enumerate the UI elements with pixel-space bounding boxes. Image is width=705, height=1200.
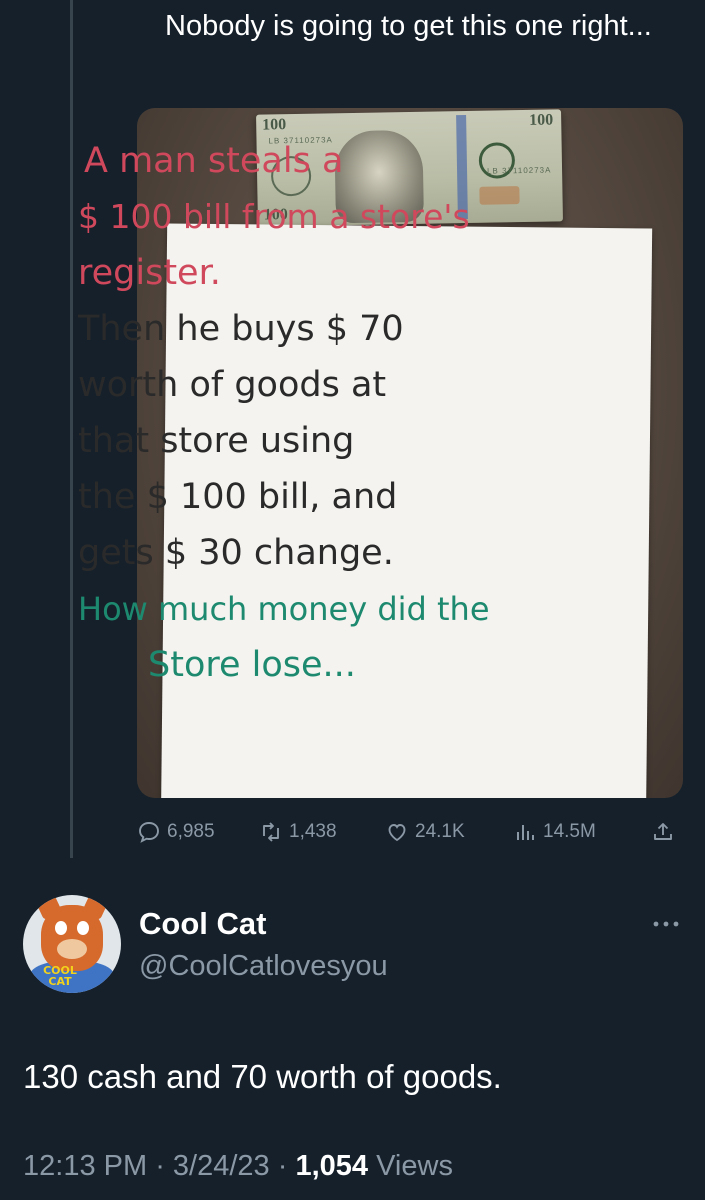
sign-line: worth of goods at	[78, 365, 387, 405]
sign-line: the $ 100 bill, and	[78, 477, 398, 517]
retweet-button[interactable]: 1,438	[259, 816, 337, 848]
views-total: 1,054	[295, 1150, 369, 1182]
views-button[interactable]: 14.5M	[513, 816, 596, 848]
avatar-logo-text: COOL CAT	[43, 964, 77, 988]
avatar-eye	[55, 921, 67, 935]
like-count: 24.1K	[415, 821, 465, 842]
like-button[interactable]: 24.1K	[385, 816, 465, 848]
separator-dot: ·	[277, 1150, 296, 1182]
reply-count: 6,985	[167, 821, 215, 842]
sign-line: register.	[78, 253, 221, 293]
views-label: Views	[376, 1150, 453, 1182]
reply-icon	[139, 822, 159, 843]
tweet-actions-bar: 6,985 1,438 24.1K 14.5M	[137, 812, 683, 852]
retweet-count: 1,438	[289, 821, 337, 842]
avatar-eye	[77, 921, 89, 935]
user-handle[interactable]: @CoolCatlovesyou	[139, 950, 388, 983]
thread-connector-line	[70, 0, 73, 858]
sign-line: Then he buys $ 70	[78, 309, 404, 349]
tweet-meta: 12:13 PM · 3/24/23 · 1,054 Views	[23, 1150, 453, 1183]
quoted-tweet-text: Nobody is going to get this one right...	[165, 10, 652, 42]
like-icon	[388, 824, 406, 842]
sign-line: gets $ 30 change.	[78, 533, 394, 573]
sign-line: that store using	[78, 421, 355, 461]
tweet-date[interactable]: 3/24/23	[173, 1150, 270, 1182]
bill-corner-denomination: 100	[529, 111, 554, 129]
tweet-time[interactable]: 12:13 PM	[23, 1150, 147, 1182]
avatar-muzzle	[57, 939, 87, 959]
reply-text: 130 cash and 70 worth of goods.	[23, 1058, 502, 1095]
avatar[interactable]: COOL CAT	[23, 895, 121, 993]
views-count: 14.5M	[543, 821, 596, 842]
more-options-button[interactable]	[650, 912, 682, 936]
retweet-icon	[263, 822, 279, 842]
separator-dot: ·	[155, 1150, 173, 1182]
reply-button[interactable]: 6,985	[137, 816, 215, 848]
sign-line: Store lose...	[148, 645, 356, 685]
sign-text: A man steals a $ 100 bill from a store's…	[78, 133, 528, 693]
display-name[interactable]: Cool Cat	[139, 906, 266, 942]
sign-line: $ 100 bill from a store's	[78, 197, 470, 236]
share-icon	[654, 823, 672, 840]
sign-line: How much money did the	[78, 590, 490, 628]
more-icon	[653, 921, 679, 927]
bill-corner-denomination: 100	[262, 116, 287, 134]
avatar-cat-head	[41, 905, 103, 971]
sign-line: A man steals a	[84, 141, 344, 181]
share-button[interactable]	[651, 816, 675, 848]
views-icon	[517, 825, 534, 840]
